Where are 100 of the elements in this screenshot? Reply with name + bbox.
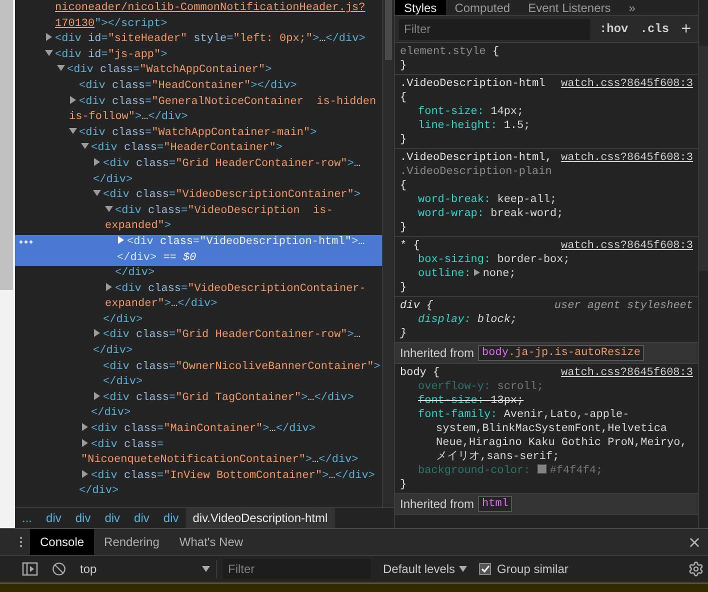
code-line[interactable]: <div class="VideoDescription-html">…	[15, 234, 365, 250]
css-declaration[interactable]: outline: none;	[400, 267, 693, 281]
rule-selector[interactable]: div	[400, 300, 420, 312]
code-line[interactable]: <div class="WatchAppContainer-main">	[15, 126, 317, 142]
panel-tab[interactable]: Computed	[446, 0, 520, 15]
drawer-tab[interactable]: Rendering	[94, 529, 170, 555]
code-line: niconeader/nicolib-CommonNotificationHeader.js?	[54, 1, 366, 16]
code-line[interactable]: </div>	[15, 484, 119, 500]
breadcrumb[interactable]: div	[127, 508, 156, 528]
css-declaration[interactable]: font-size: 13px;	[400, 394, 693, 408]
code-line[interactable]: <div class="InView BottomContainer">…</div>	[15, 468, 375, 484]
code-line[interactable]: <div class="VideoDescriptionContainer">	[15, 188, 360, 204]
color-swatch[interactable]	[536, 464, 547, 474]
css-declaration[interactable]: word-break: keep-all;	[400, 193, 693, 207]
css-declaration[interactable]: font-size: 14px;	[400, 105, 693, 119]
caret-right-icon[interactable]	[117, 236, 125, 244]
code-line[interactable]: <div class=	[15, 438, 164, 454]
code-line[interactable]: </div>	[15, 406, 131, 422]
clear-console-icon[interactable]	[52, 562, 66, 576]
scrollbar[interactable]	[698, 0, 708, 528]
css-declaration[interactable]: font-family: Avenir,Lato,-apple-system,BlinkMacSystemFont,Helvetica Neue,Hiragino Kaku Gothic ProN,Meiryo,メイリオ,sans-serif;	[400, 408, 693, 464]
console-filter-field[interactable]: Filter	[223, 559, 371, 579]
new-rule-button[interactable]: +	[678, 19, 694, 39]
caret-right-icon[interactable]	[81, 470, 89, 478]
source-link[interactable]: watch.css?8645f608:3	[560, 77, 693, 105]
code-line[interactable]: </div>	[15, 375, 143, 391]
context-select[interactable]: top	[72, 560, 217, 578]
close-brace: }	[400, 479, 407, 491]
caret-right-icon[interactable]	[93, 158, 101, 166]
more-tabs-button[interactable]: »	[620, 0, 644, 15]
css-declaration[interactable]: box-sizing: border-box;	[400, 253, 693, 267]
scrollbar-thumb[interactable]	[0, 0, 13, 290]
settings-icon[interactable]	[688, 561, 704, 577]
breadcrumb[interactable]: div	[156, 508, 186, 528]
breadcrumb[interactable]: div	[39, 508, 68, 528]
inherited-element[interactable]: body.ja-jp.is-autoResize	[478, 345, 644, 361]
open-brace: {	[400, 92, 407, 104]
inherited-element[interactable]: html	[478, 496, 512, 512]
caret-right-icon[interactable]	[69, 96, 77, 104]
code-line: 170130"></script>	[54, 16, 168, 32]
sidebar-toggle-icon[interactable]	[22, 562, 38, 576]
breadcrumb[interactable]: ...	[15, 508, 40, 528]
code-line[interactable]: <div class="VideoDescriptionContainer-	[15, 282, 366, 298]
code-line[interactable]: <div class="MainContainer">…</div>	[15, 422, 316, 438]
rule-selector[interactable]: element.style	[400, 46, 486, 58]
open-brace: {	[413, 240, 420, 252]
breadcrumb[interactable]: div	[98, 508, 128, 528]
close-brace: }	[400, 60, 407, 72]
code-line[interactable]: <div class="Grid TagContainer">…</div>	[15, 390, 354, 406]
code-line[interactable]: <div class="HeadContainer"></div>	[15, 78, 297, 95]
code-line[interactable]: expander">…</div>	[15, 297, 218, 313]
source-link[interactable]: watch.css?8645f608:3	[560, 239, 693, 253]
caret-right-icon[interactable]	[105, 282, 113, 291]
code-line[interactable]: <div class="HeaderContainer">	[15, 141, 282, 157]
code-line[interactable]: </div>	[15, 172, 133, 188]
code-line[interactable]: </div>	[15, 312, 143, 328]
css-declaration[interactable]: display: block;	[400, 313, 693, 327]
code-line[interactable]: </div> == $0	[15, 250, 196, 266]
rule-selector[interactable]: *	[400, 240, 407, 252]
code-line[interactable]: <div class="GeneralNoticeContainer is-hidden	[15, 94, 376, 110]
panel-tab[interactable]: Styles	[395, 0, 446, 15]
panel-tab[interactable]: Event Listeners	[519, 0, 620, 15]
code-line[interactable]: is-follow">…</div>	[15, 110, 188, 126]
code-line[interactable]: "NicoenqueteNotificationContainer">…</div>	[15, 453, 358, 469]
code-line[interactable]: </div>	[15, 266, 155, 282]
code-line[interactable]: </div>	[15, 344, 133, 360]
drawer-tab[interactable]: Console	[30, 529, 94, 555]
breadcrumb[interactable]: div.VideoDescription-html	[186, 508, 335, 528]
css-declaration[interactable]: word-wrap: break-word;	[400, 207, 693, 221]
filter-field[interactable]: Filter	[399, 18, 590, 40]
code-line[interactable]: <div id="siteHeader" style="left: 0px;">…</div>	[15, 32, 366, 48]
rule-selector[interactable]: .VideoDescription-plain	[400, 166, 552, 178]
more-icon[interactable]	[19, 240, 33, 244]
caret-right-icon[interactable]	[93, 329, 101, 338]
checkbox[interactable]	[479, 563, 492, 575]
expand-arrow-icon[interactable]	[474, 269, 480, 276]
code-line[interactable]: <div class="OwnerNicoliveBannerContainer">	[15, 360, 380, 376]
code-line[interactable]: <div class="VideoDescription is-	[15, 204, 333, 220]
drawer-tab[interactable]: What's New	[169, 529, 254, 555]
caret-right-icon[interactable]	[93, 392, 101, 400]
scrollbar[interactable]	[382, 0, 394, 507]
css-declaration[interactable]: line-height: 1.5;	[400, 119, 693, 133]
rule-selector[interactable]: .VideoDescription-html	[400, 78, 546, 90]
open-brace: {	[426, 300, 434, 312]
close-brace: }	[400, 282, 407, 294]
code-line[interactable]: <div class="Grid HeaderContainer-row">…	[15, 156, 360, 173]
rule-selector[interactable]: body	[400, 367, 426, 379]
levels-dropdown[interactable]: Default levels	[377, 562, 474, 576]
breadcrumb[interactable]: div	[68, 508, 98, 528]
code-line[interactable]: <div id="js-app">	[15, 48, 168, 64]
code-line[interactable]: <div class="Grid HeaderContainer-row">…	[15, 328, 360, 344]
caret-right-icon[interactable]	[45, 33, 53, 42]
source-link[interactable]: watch.css?8645f608:3	[560, 366, 693, 380]
close-brace: }	[400, 328, 407, 340]
rule-selector[interactable]: .VideoDescription-html,	[400, 152, 552, 164]
class-toggle[interactable]: .cls	[637, 22, 672, 36]
source-link[interactable]: watch.css?8645f608:3	[560, 151, 693, 193]
hover-toggle[interactable]: :hov	[596, 22, 632, 36]
code-line[interactable]: <div class="WatchAppContainer">	[15, 63, 272, 79]
code-line[interactable]: expanded">	[15, 219, 172, 235]
